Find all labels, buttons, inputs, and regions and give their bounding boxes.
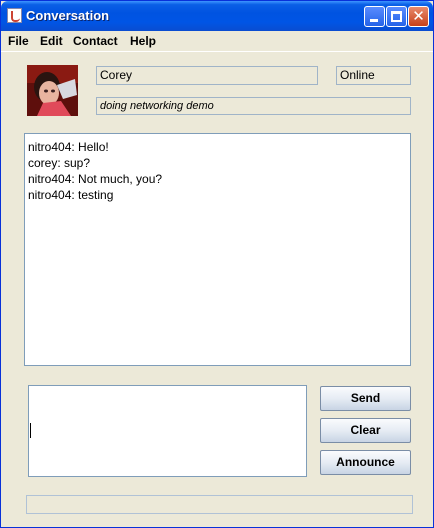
text-caret <box>30 423 31 438</box>
maximize-button[interactable] <box>386 6 407 27</box>
chat-line: nitro404: Not much, you? <box>28 172 163 186</box>
send-button[interactable]: Send <box>320 386 411 411</box>
window-title: Conversation <box>26 8 110 23</box>
message-input[interactable] <box>28 385 307 477</box>
menu-help[interactable]: Help <box>130 34 156 48</box>
maximize-icon <box>391 11 402 22</box>
menu-edit[interactable]: Edit <box>40 34 63 48</box>
contact-name-field: Corey <box>96 66 318 85</box>
close-button[interactable]: ✕ <box>408 6 429 27</box>
announce-button[interactable]: Announce <box>320 450 411 475</box>
minimize-button[interactable] <box>364 6 385 27</box>
status-message-field: doing networking demo <box>96 97 411 115</box>
java-app-icon <box>7 8 22 23</box>
menu-bar: File Edit Contact Help <box>1 31 433 52</box>
clear-button[interactable]: Clear <box>320 418 411 443</box>
close-icon: ✕ <box>412 7 425 25</box>
chat-line: corey: sup? <box>28 156 91 170</box>
chat-log[interactable]: nitro404: Hello! corey: sup? nitro404: N… <box>24 133 411 366</box>
avatar-photo <box>27 65 78 116</box>
menu-contact[interactable]: Contact <box>73 34 118 48</box>
contact-avatar <box>27 65 78 116</box>
contact-status-field: Online <box>336 66 411 85</box>
status-bar <box>26 495 413 514</box>
minimize-icon <box>370 19 378 22</box>
conversation-window: Conversation ✕ File Edit Contact Help Co… <box>0 0 434 528</box>
title-bar[interactable]: Conversation ✕ <box>1 1 433 31</box>
chat-line: nitro404: testing <box>28 188 114 202</box>
menu-file[interactable]: File <box>8 34 29 48</box>
chat-line: nitro404: Hello! <box>28 140 109 154</box>
